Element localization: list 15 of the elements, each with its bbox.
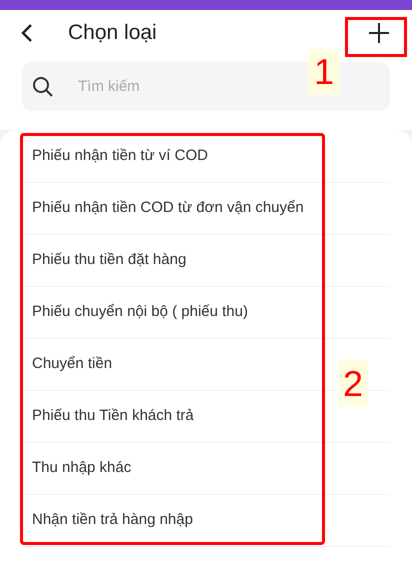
list-item[interactable]: Phiếu thu Tiền khách trả	[25, 405, 194, 428]
list-item[interactable]: Phiếu thu tiền đặt hàng	[25, 249, 186, 272]
list-item[interactable]: Phiếu chuyển nội bộ ( phiếu thu)	[25, 301, 248, 324]
list-item[interactable]: Nhận tiền trả hàng nhập	[25, 509, 193, 532]
search-icon	[32, 76, 54, 98]
list-item[interactable]: Phiếu nhận tiền từ ví COD	[25, 145, 208, 168]
list-item[interactable]: Thu nhập khác	[25, 457, 132, 480]
annotation-number: 2	[338, 360, 368, 407]
annotation-number: 1	[308, 49, 340, 95]
highlight-frame	[345, 17, 407, 57]
list-item[interactable]: Phiếu nhận tiền COD từ đơn vận chuyển	[25, 197, 304, 220]
page-title: Chọn loại	[68, 20, 157, 46]
add-icon[interactable]	[368, 22, 390, 44]
back-icon[interactable]	[20, 22, 34, 42]
list-item[interactable]: Chuyển tiền	[25, 353, 112, 376]
